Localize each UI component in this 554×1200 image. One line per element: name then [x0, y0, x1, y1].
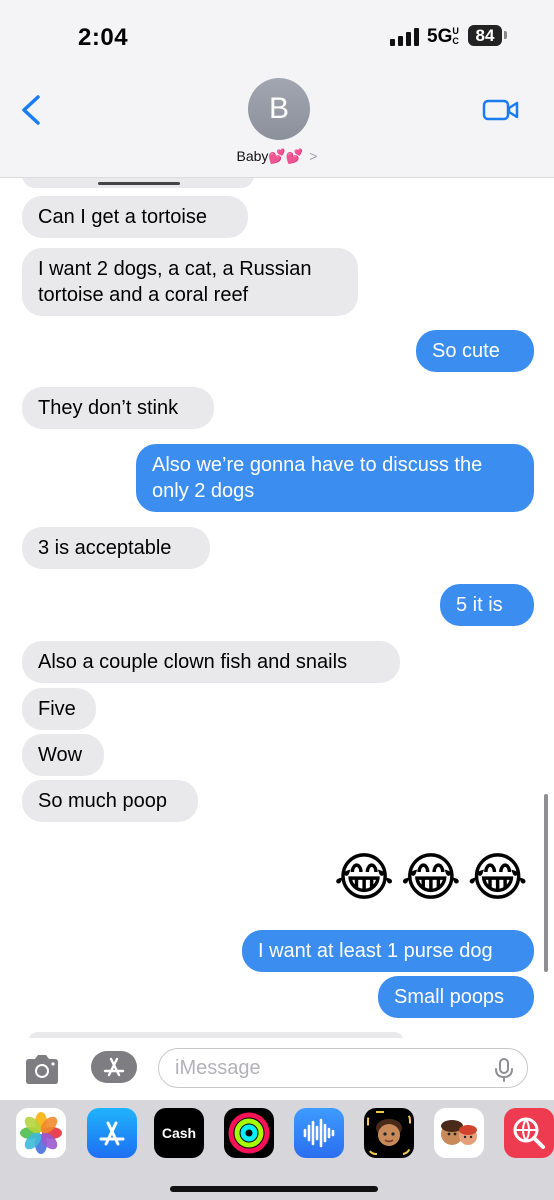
message-text-line: Also a couple clown fish and snails	[38, 651, 348, 673]
globe-search-icon	[513, 1117, 545, 1149]
chevron-right-icon: >	[309, 148, 318, 164]
battery-cap	[504, 31, 507, 39]
battery-indicator: 84	[468, 25, 502, 46]
incoming-message-bubble[interactable]: I want 2 dogs, a cat, a Russian tortoise …	[17, 248, 358, 316]
back-chevron-icon[interactable]	[18, 94, 44, 126]
incoming-message-bubble[interactable]: 3 is acceptable	[17, 527, 210, 569]
incoming-message-bubble[interactable]: Wow	[17, 734, 104, 776]
contact-name-row[interactable]: Baby💕💕 >	[0, 148, 554, 165]
message-text-line: They don’t stink	[38, 397, 179, 419]
message-text-line: only 2 dogs	[152, 480, 255, 502]
message-text-line: Small poops	[394, 986, 505, 1008]
bubble-tail	[525, 1002, 539, 1018]
message-text-line: Wow	[38, 744, 83, 766]
bubble-tail	[17, 413, 31, 429]
bubble-tail	[17, 300, 31, 316]
incoming-message-bubble[interactable]: Also a couple clown fish and snails	[17, 641, 400, 683]
memoji-app-icon[interactable]	[364, 1108, 414, 1158]
outgoing-message-bubble[interactable]: Small poops	[378, 976, 539, 1018]
incoming-message-bubble[interactable]: They don’t stink	[17, 387, 214, 429]
contact-avatar[interactable]: B	[248, 78, 310, 140]
app-store-button[interactable]	[90, 1050, 138, 1084]
camera-icon[interactable]	[22, 1052, 62, 1086]
activity-rings-icon	[228, 1112, 270, 1154]
compose-bar	[0, 1038, 554, 1100]
bubble-tail	[525, 496, 539, 512]
contact-name: Baby💕💕	[236, 148, 304, 164]
app-store-app-icon[interactable]	[87, 1108, 137, 1158]
app-store-icon	[91, 1051, 137, 1083]
bubble-tail	[525, 610, 539, 626]
bubble-tail	[17, 222, 31, 238]
photos-app-icon[interactable]	[16, 1108, 66, 1158]
web-search-app-icon[interactable]	[504, 1108, 554, 1158]
app-store-a-icon	[99, 1121, 125, 1146]
incoming-message-bubble[interactable]: Can I get a tortoise	[17, 196, 248, 238]
bubble-tail	[17, 760, 31, 776]
cash-label: Cash	[161, 1125, 197, 1141]
message-text-line: tortoise and a coral reef	[38, 284, 249, 306]
bubble-tail	[17, 667, 31, 683]
message-text-line: So much poop	[38, 790, 167, 812]
outgoing-message-bubble[interactable]: I want at least 1 purse dog	[242, 930, 539, 972]
message-text-line: Five	[38, 698, 76, 720]
imessage-app-drawer: Cash	[0, 1100, 554, 1200]
message-text-line: So cute	[432, 340, 500, 362]
bubble-tail	[525, 356, 539, 372]
bubble-tail	[525, 956, 539, 972]
bubble-tail	[17, 714, 31, 730]
message-text-line: 3 is acceptable	[38, 537, 172, 559]
waveform-icon	[303, 1118, 335, 1148]
audio-message-app-icon[interactable]	[294, 1108, 344, 1158]
incoming-message-bubble[interactable]: Five	[17, 688, 96, 730]
microphone-icon[interactable]	[494, 1058, 514, 1082]
memoji-stickers-icon	[441, 1120, 477, 1145]
bubble-tail	[17, 806, 31, 822]
network-indicator: 5GUC	[427, 26, 459, 47]
home-indicator	[170, 1186, 378, 1192]
outgoing-message-bubble[interactable]: So cute	[416, 330, 539, 372]
cellular-signal-icon	[390, 28, 419, 46]
message-text-line: Also we’re gonna have to discuss the	[152, 454, 483, 476]
emoji-message[interactable]: 😂😂😂	[334, 848, 534, 908]
memoji-face-icon	[367, 1111, 411, 1155]
message-thread[interactable]: Can I get a tortoise I want 2 dogs, a cat…	[0, 178, 554, 1038]
bubble-tail	[17, 553, 31, 569]
message-input[interactable]	[158, 1048, 528, 1088]
fitness-activity-app-icon[interactable]	[224, 1108, 274, 1158]
status-time: 2:04	[78, 24, 129, 51]
scrollbar[interactable]	[544, 794, 548, 972]
message-text-line: I want at least 1 purse dog	[258, 940, 493, 962]
outgoing-message-bubble[interactable]: Also we’re gonna have to discuss the only…	[136, 444, 539, 512]
conversation-header: 2:04 5GUC 84 B Baby💕💕 >	[0, 0, 554, 178]
incoming-message-bubble[interactable]: So much poop	[17, 780, 198, 822]
message-text-line: I want 2 dogs, a cat, a Russian	[38, 258, 312, 280]
message-text-line: Can I get a tortoise	[38, 206, 207, 228]
outgoing-message-bubble[interactable]: 5 it is	[440, 584, 539, 626]
apple-cash-app-icon[interactable]: Cash	[154, 1108, 204, 1158]
network-sub: UC	[452, 26, 459, 46]
photos-flower-icon	[20, 1112, 62, 1154]
memoji-stickers-app-icon[interactable]	[434, 1108, 484, 1158]
message-text-line: 5 it is	[456, 594, 503, 616]
scroll-handle	[98, 182, 180, 185]
facetime-video-icon[interactable]	[482, 98, 520, 122]
